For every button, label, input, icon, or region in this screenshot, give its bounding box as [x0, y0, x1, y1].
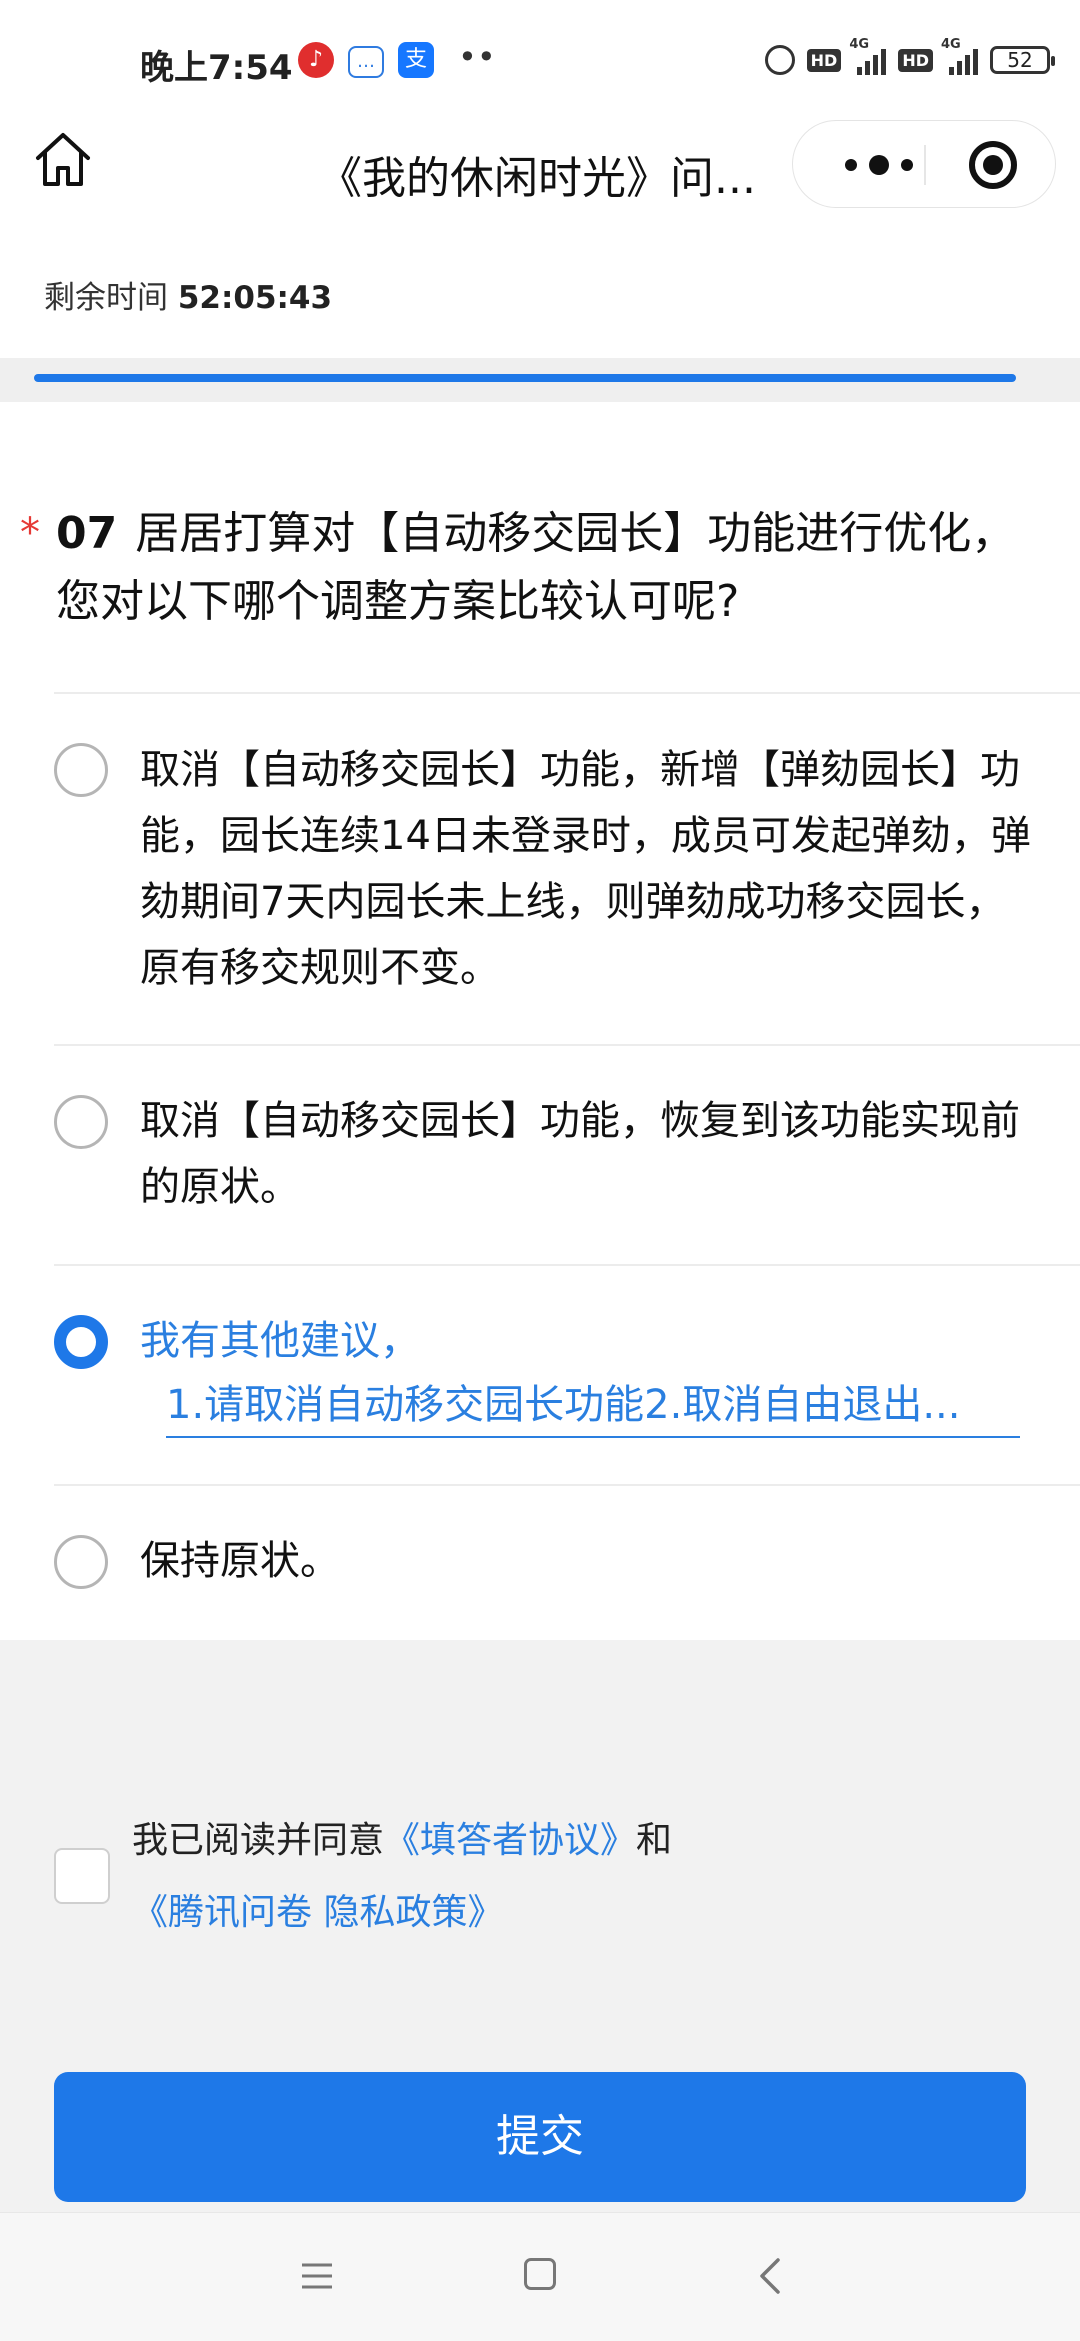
page-title: 《我的休闲时光》问... [318, 153, 756, 204]
system-home-icon[interactable] [524, 2258, 556, 2290]
recent-apps-icon[interactable] [300, 2261, 334, 2291]
status-indicators: HD 4G HD 4G 52 [764, 37, 1055, 80]
back-icon[interactable] [754, 2256, 786, 2296]
hd-badge-2: HD [898, 48, 933, 72]
battery-icon: 52 [990, 46, 1055, 74]
option-2-label[interactable]: 取消【自动移交园长】功能，恢复到该功能实现前的原状。 [140, 1088, 1040, 1220]
network-type-2: 4G [941, 37, 961, 52]
option-4-label[interactable]: 保持原状。 [140, 1528, 1040, 1594]
timer-label: 剩余时间 [44, 280, 168, 316]
agreement-checkbox[interactable] [54, 1848, 110, 1904]
progress-bar [34, 374, 1016, 382]
more-icon[interactable] [837, 151, 921, 179]
option-1-label[interactable]: 取消【自动移交园长】功能，新增【弹劾园长】功能，园长连续14日未登录时，成员可发… [140, 737, 1040, 1001]
privacy-policy-link[interactable]: 《腾讯问卷 隐私政策》 [132, 1892, 503, 1933]
status-bar: 晚上7:54 ♪ … 支 •• HD 4G HD 4G 52 [0, 0, 1080, 120]
agreement-and: 和 [636, 1820, 673, 1861]
signal-icon-1: 4G [849, 37, 887, 75]
close-mini-program-icon[interactable] [969, 141, 1017, 189]
remaining-time: 剩余时间 52:05:43 [44, 272, 332, 317]
capsule-divider [924, 145, 926, 185]
agreement-prefix: 我已阅读并同意 [132, 1820, 385, 1861]
status-time: 晚上7:54 [140, 48, 293, 88]
alipay-icon: 支 [398, 42, 434, 78]
divider [54, 692, 1080, 694]
radio-option-3[interactable] [54, 1315, 108, 1369]
divider [54, 1484, 1080, 1486]
timer-value: 52:05:43 [177, 280, 333, 316]
divider [54, 1264, 1080, 1266]
option-3-label[interactable]: 我有其他建议， [140, 1308, 1040, 1374]
home-icon[interactable] [32, 130, 94, 190]
signal-icon-2: 4G [941, 37, 978, 75]
netease-music-icon: ♪ [298, 42, 334, 78]
agreement-text: 我已阅读并同意《填答者协议》和 《腾讯问卷 隐私政策》 [132, 1805, 1032, 1949]
alarm-icon [764, 45, 795, 75]
question-text: 居居打算对【自动移交园长】功能进行优化，您对以下哪个调整方案比较认可呢? [56, 508, 1016, 627]
radio-option-1[interactable] [54, 743, 108, 797]
other-suggestion-input[interactable]: 1.请取消自动移交园长功能2.取消自由退出... [166, 1376, 1020, 1438]
submit-button[interactable]: 提交 [54, 2072, 1026, 2202]
more-notifications-icon: •• [458, 38, 496, 76]
chat-app-icon: … [348, 46, 384, 78]
divider [54, 1044, 1080, 1046]
respondent-agreement-link[interactable]: 《填答者协议》 [384, 1820, 636, 1861]
radio-option-2[interactable] [54, 1095, 108, 1149]
network-type-1: 4G [849, 37, 870, 52]
required-mark: * [20, 510, 40, 556]
mini-program-capsule [792, 120, 1056, 208]
question-title: 07 居居打算对【自动移交园长】功能进行优化，您对以下哪个调整方案比较认可呢? [56, 500, 1016, 636]
radio-option-4[interactable] [54, 1535, 108, 1589]
hd-badge-1: HD [806, 48, 842, 72]
question-number: 07 [56, 508, 118, 559]
